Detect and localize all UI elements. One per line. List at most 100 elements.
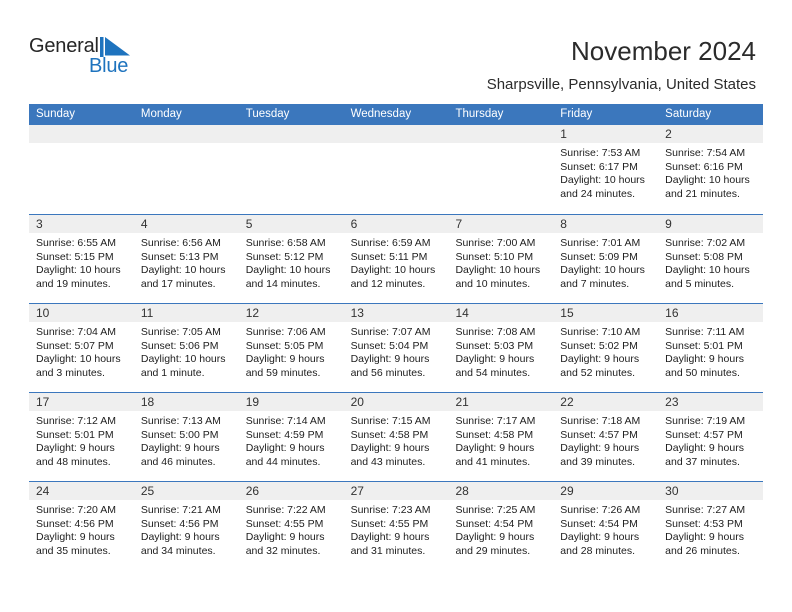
day-daylight-1-text: Daylight: 9 hours: [350, 442, 430, 455]
calendar-day-cell[interactable]: 5 Sunrise: 6:58 AM Sunset: 5:12 PM Daylight…: [238, 215, 344, 303]
day-daylight-2-text: and 37 minutes.: [665, 455, 740, 468]
day-daylight-2-text: and 44 minutes.: [245, 455, 321, 468]
calendar-day-cell[interactable]: 11 Sunrise: 7:05 AM Sunset: 5:06 PM Dayligh…: [133, 304, 239, 392]
day-number: 6: [343, 215, 449, 233]
day-sunrise-text: Sunrise: 7:00 AM: [455, 237, 536, 249]
calendar-day-cell[interactable]: 20 Sunrise: 7:15 AM Sunset: 4:58 PM Dayligh…: [343, 393, 449, 481]
calendar-day-cell[interactable]: 3 Sunrise: 6:55 AM Sunset: 5:15 PM Daylight…: [29, 215, 134, 303]
day-sunrise-text: Sunrise: 7:10 AM: [560, 326, 641, 338]
day-daylight-1-text: Daylight: 9 hours: [560, 531, 640, 544]
day-sunrise-text: Sunrise: 7:18 AM: [560, 415, 641, 427]
day-daylight-1-text: Daylight: 9 hours: [560, 353, 640, 366]
calendar-day-cell[interactable]: 28 Sunrise: 7:25 AM Sunset: 4:54 PM Dayligh…: [448, 482, 554, 570]
logo-text-general: General: [29, 35, 99, 57]
day-number: 22: [553, 393, 659, 411]
calendar-day-cell[interactable]: 13 Sunrise: 7:07 AM Sunset: 5:04 PM Dayligh…: [343, 304, 449, 392]
day-sun-info: Sunrise: 7:18 AM Sunset: 4:57 PM Daylight:…: [553, 411, 658, 469]
calendar-table: Sunday Monday Tuesday Wednesday Thursday…: [29, 104, 764, 570]
calendar-day-cell[interactable]: 2 Sunrise: 7:54 AM Sunset: 6:16 PM Daylight…: [658, 125, 764, 214]
day-sun-info: Sunrise: 7:54 AM Sunset: 6:16 PM Daylight:…: [658, 143, 763, 201]
day-sun-info: Sunrise: 7:23 AM Sunset: 4:55 PM Daylight:…: [344, 500, 449, 558]
day-sunset-text: Sunset: 5:07 PM: [36, 339, 114, 352]
day-sunset-text: Sunset: 5:09 PM: [560, 250, 638, 263]
day-daylight-2-text: and 31 minutes.: [350, 544, 426, 557]
day-sunrise-text: Sunrise: 7:02 AM: [665, 237, 746, 249]
day-sun-info: Sunrise: 7:11 AM Sunset: 5:01 PM Daylight:…: [658, 322, 763, 380]
day-sunset-text: Sunset: 6:16 PM: [665, 160, 743, 173]
calendar-day-cell[interactable]: 14 Sunrise: 7:08 AM Sunset: 5:03 PM Dayligh…: [448, 304, 554, 392]
day-daylight-2-text: and 19 minutes.: [36, 277, 111, 290]
day-daylight-1-text: Daylight: 9 hours: [665, 353, 744, 366]
day-daylight-2-text: and 24 minutes.: [560, 187, 636, 200]
day-number: 23: [658, 393, 764, 411]
day-sunrise-text: Sunrise: 7:08 AM: [455, 326, 536, 338]
day-sunrise-text: Sunrise: 7:14 AM: [245, 415, 326, 427]
calendar-week-row: 1 Sunrise: 7:53 AM Sunset: 6:17 PM Daylight…: [29, 125, 764, 214]
day-number: 11: [133, 304, 239, 322]
day-number: 17: [29, 393, 134, 411]
day-number: 13: [343, 304, 449, 322]
calendar-day-cell[interactable]: 25 Sunrise: 7:21 AM Sunset: 4:56 PM Dayligh…: [133, 482, 239, 570]
calendar-day-cell[interactable]: 18 Sunrise: 7:13 AM Sunset: 5:00 PM Dayligh…: [133, 393, 239, 481]
calendar-day-cell[interactable]: 21 Sunrise: 7:17 AM Sunset: 4:58 PM Dayligh…: [448, 393, 554, 481]
calendar-day-cell[interactable]: 1 Sunrise: 7:53 AM Sunset: 6:17 PM Daylight…: [553, 125, 659, 214]
calendar-day-cell[interactable]: 7 Sunrise: 7:00 AM Sunset: 5:10 PM Daylight…: [448, 215, 554, 303]
day-number: 21: [448, 393, 554, 411]
day-sunset-text: Sunset: 5:02 PM: [560, 339, 638, 352]
calendar-week-row: 10 Sunrise: 7:04 AM Sunset: 5:07 PM Dayligh…: [29, 303, 764, 392]
day-daylight-1-text: Daylight: 10 hours: [140, 353, 226, 366]
calendar-day-cell[interactable]: 22 Sunrise: 7:18 AM Sunset: 4:57 PM Dayligh…: [553, 393, 659, 481]
day-daylight-2-text: and 34 minutes.: [140, 544, 216, 557]
calendar-day-cell-empty: [343, 125, 449, 214]
calendar-day-cell[interactable]: 10 Sunrise: 7:04 AM Sunset: 5:07 PM Dayligh…: [29, 304, 134, 392]
day-sunset-text: Sunset: 5:11 PM: [350, 250, 428, 263]
day-sunset-text: Sunset: 5:01 PM: [665, 339, 743, 352]
day-number: 4: [133, 215, 239, 233]
calendar-day-cell[interactable]: 29 Sunrise: 7:26 AM Sunset: 4:54 PM Dayligh…: [553, 482, 659, 570]
weekday-header-monday: Monday: [140, 108, 182, 120]
day-number: 12: [238, 304, 344, 322]
calendar-day-cell[interactable]: 27 Sunrise: 7:23 AM Sunset: 4:55 PM Dayligh…: [343, 482, 449, 570]
day-sun-info: Sunrise: 7:13 AM Sunset: 5:00 PM Daylight:…: [134, 411, 239, 469]
day-sunrise-text: Sunrise: 7:19 AM: [665, 415, 746, 427]
calendar-day-cell[interactable]: 23 Sunrise: 7:19 AM Sunset: 4:57 PM Dayligh…: [658, 393, 764, 481]
logo-text-blue: Blue: [89, 55, 129, 77]
calendar-day-cell[interactable]: 24 Sunrise: 7:20 AM Sunset: 4:56 PM Dayligh…: [29, 482, 134, 570]
day-sun-info: Sunrise: 7:12 AM Sunset: 5:01 PM Daylight:…: [29, 411, 134, 469]
calendar-day-cell[interactable]: 30 Sunrise: 7:27 AM Sunset: 4:53 PM Dayligh…: [658, 482, 764, 570]
calendar-day-cell[interactable]: 6 Sunrise: 6:59 AM Sunset: 5:11 PM Daylight…: [343, 215, 449, 303]
day-daylight-1-text: Daylight: 10 hours: [665, 174, 750, 187]
calendar-day-cell-empty: [448, 125, 554, 214]
day-daylight-2-text: and 10 minutes.: [455, 277, 531, 290]
day-sun-info: Sunrise: 7:20 AM Sunset: 4:56 PM Daylight:…: [29, 500, 134, 558]
day-number: 8: [553, 215, 659, 233]
day-daylight-2-text: and 28 minutes.: [560, 544, 636, 557]
day-sunset-text: Sunset: 5:05 PM: [245, 339, 324, 352]
day-sun-info: Sunrise: 6:59 AM Sunset: 5:11 PM Daylight:…: [344, 233, 449, 291]
day-daylight-2-text: and 7 minutes.: [560, 277, 630, 290]
calendar-day-cell[interactable]: 12 Sunrise: 7:06 AM Sunset: 5:05 PM Dayligh…: [238, 304, 344, 392]
day-daylight-2-text: and 1 minute.: [140, 366, 205, 379]
day-number: 2: [658, 125, 764, 143]
day-sunrise-text: Sunrise: 7:11 AM: [665, 326, 745, 338]
logo[interactable]: General Blue: [29, 36, 209, 82]
calendar-day-cell[interactable]: 15 Sunrise: 7:10 AM Sunset: 5:02 PM Dayligh…: [553, 304, 659, 392]
day-daylight-1-text: Daylight: 9 hours: [455, 353, 535, 366]
calendar-day-cell[interactable]: 9 Sunrise: 7:02 AM Sunset: 5:08 PM Daylight…: [658, 215, 764, 303]
page-subtitle: Sharpsville, Pennsylvania, United States: [486, 76, 756, 93]
calendar-day-cell[interactable]: 4 Sunrise: 6:56 AM Sunset: 5:13 PM Daylight…: [133, 215, 239, 303]
day-sunset-text: Sunset: 5:06 PM: [140, 339, 219, 352]
day-daylight-2-text: and 50 minutes.: [665, 366, 740, 379]
day-sunset-text: Sunset: 4:57 PM: [665, 428, 743, 441]
day-number: 26: [238, 482, 344, 500]
day-number: 18: [133, 393, 239, 411]
day-daylight-2-text: and 54 minutes.: [455, 366, 531, 379]
day-sunset-text: Sunset: 4:53 PM: [665, 517, 743, 530]
calendar-day-cell[interactable]: 26 Sunrise: 7:22 AM Sunset: 4:55 PM Dayligh…: [238, 482, 344, 570]
calendar-day-cell[interactable]: 16 Sunrise: 7:11 AM Sunset: 5:01 PM Dayligh…: [658, 304, 764, 392]
calendar-day-cell[interactable]: 8 Sunrise: 7:01 AM Sunset: 5:09 PM Daylight…: [553, 215, 659, 303]
day-daylight-2-text: and 43 minutes.: [350, 455, 426, 468]
calendar-day-cell[interactable]: 19 Sunrise: 7:14 AM Sunset: 4:59 PM Dayligh…: [238, 393, 344, 481]
calendar-day-cell[interactable]: 17 Sunrise: 7:12 AM Sunset: 5:01 PM Dayligh…: [29, 393, 134, 481]
day-number: [133, 125, 239, 143]
